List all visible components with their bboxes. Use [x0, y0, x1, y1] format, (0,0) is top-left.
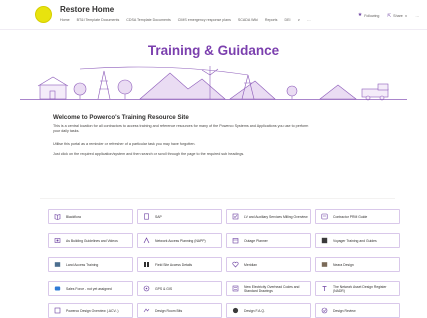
cloud-icon	[54, 285, 61, 292]
share-button[interactable]: ⇱ Share ∨	[387, 13, 407, 18]
nav-link-scada-wiki[interactable]: SCADA Wiki	[238, 18, 258, 22]
intro-paragraph: Utilise this portal as a reminder or ref…	[53, 142, 196, 146]
tile-label: Land Access Training	[66, 262, 99, 267]
tile-label: Field Site Access Details	[155, 262, 193, 267]
tile-label: GPS & GIS	[155, 286, 173, 291]
tile-design-overview[interactable]: Powerco Design Overview (.ACV..)	[48, 303, 133, 318]
tile-napp[interactable]: Network Access Planning (NAPP)	[137, 233, 222, 248]
share-label: Share	[393, 13, 403, 18]
tile-lv-auxiliary[interactable]: LV and Auxiliary Services Milling Overvi…	[226, 209, 311, 224]
book-icon	[54, 213, 61, 220]
neara-icon	[321, 261, 328, 268]
site-logo[interactable]	[35, 6, 52, 23]
landscape-icon	[54, 261, 61, 268]
tile-label: Design F.A.Q.	[244, 308, 265, 313]
tile-design-faq[interactable]: Design F.A.Q.	[226, 303, 311, 318]
tile-label: Outage Planner	[244, 238, 268, 243]
tile-label: Meridian	[244, 262, 258, 267]
tile-blackflora[interactable]: Blackflora	[48, 209, 133, 224]
chevron-down-icon: ∨	[404, 13, 408, 18]
tile-sales-force[interactable]: Sales Force - not yet assigned	[48, 281, 133, 296]
intro-paragraph: This is a central location for all contr…	[53, 124, 309, 133]
welcome-heading: Welcome to Powerco's Training Resource S…	[53, 114, 189, 121]
design-overview-icon	[54, 307, 61, 314]
tile-label: LV and Auxiliary Services Milling Overvi…	[244, 214, 308, 219]
voyager-icon	[321, 237, 328, 244]
tile-outage-planner[interactable]: Outage Planner	[226, 233, 311, 248]
following-button[interactable]: ★ Following	[358, 13, 380, 18]
heart-icon	[232, 261, 239, 268]
header-actions: ★ Following ⇱ Share ∨ …	[358, 13, 419, 19]
tile-label: Powerco Design Overview (.ACV..)	[66, 308, 119, 313]
following-label: Following	[364, 13, 380, 18]
tile-label: Design Room Bits	[155, 308, 183, 313]
tile-field-site-access[interactable]: Field Site Access Details	[137, 257, 222, 272]
more-options-button[interactable]: …	[415, 14, 419, 18]
tile-gps-gis[interactable]: GPS & GIS	[137, 281, 222, 296]
tile-label: Blackflora	[66, 214, 81, 219]
tile-as-building[interactable]: As Building Guidelines and Videos	[48, 233, 133, 248]
tile-label: The Network Asset Design Register (NADR)	[333, 284, 387, 293]
nav-link-cims-plans[interactable]: CIMS emergency response plans	[178, 18, 231, 22]
banner-illustration	[20, 66, 407, 101]
mountains-graphic	[139, 72, 357, 100]
tile-label: New Electricity Overhead Codes and Stand…	[244, 284, 300, 293]
tile-contractor-prm[interactable]: Contractor PRM Guide	[315, 209, 400, 224]
site-header: Restore Home Home BT&I Template Document…	[0, 0, 427, 30]
tile-label: As Building Guidelines and Videos	[66, 238, 118, 243]
nav-dropdown-chevron[interactable]: ∨	[297, 18, 300, 22]
tile-label: Network Access Planning (NAPP)	[155, 238, 206, 243]
tile-label: Contractor PRM Guide	[333, 214, 368, 219]
nav-link-home[interactable]: Home	[60, 18, 70, 22]
tile-land-access[interactable]: Land Access Training	[48, 257, 133, 272]
nav-link-reports[interactable]: Reports	[265, 18, 278, 22]
tile-meridian[interactable]: Meridian	[226, 257, 311, 272]
vehicle-graphic	[361, 83, 389, 101]
nav-link-bti-templates[interactable]: BT&I Template Documents	[77, 18, 120, 22]
design-room-icon	[143, 307, 150, 314]
codes-icon	[232, 285, 239, 292]
nav-link-dei[interactable]: DEI	[284, 18, 290, 22]
checklist-icon	[232, 213, 239, 220]
network-icon	[143, 237, 150, 244]
planner-icon	[232, 237, 239, 244]
faq-icon	[232, 307, 239, 314]
building-icon	[54, 237, 61, 244]
tile-label: Neara Design	[333, 262, 354, 267]
tile-sap[interactable]: SAP	[137, 209, 222, 224]
house-graphic	[37, 76, 69, 100]
tile-design-room[interactable]: Design Room Bits	[137, 303, 222, 318]
tile-voyager[interactable]: Voyager Training and Guides	[315, 233, 400, 248]
tile-label: SAP	[155, 214, 162, 219]
tile-nadr[interactable]: The Network Asset Design Register (NADR)	[315, 281, 400, 296]
guide-icon	[321, 213, 328, 220]
register-icon	[321, 285, 328, 292]
tile-neara[interactable]: Neara Design	[315, 257, 400, 272]
tile-label: Design Review	[333, 308, 356, 313]
page-title: Training & Guidance	[147, 43, 280, 58]
site-title[interactable]: Restore Home	[60, 5, 114, 14]
intro-paragraph: Just click on the required application/s…	[53, 152, 245, 156]
nav-link-cdsa-templates[interactable]: CDSA Template Documents	[126, 18, 170, 22]
nav-more-button[interactable]: …	[307, 18, 311, 22]
site-nav: Home BT&I Template Documents CDSA Templa…	[60, 18, 311, 22]
field-icon	[143, 261, 150, 268]
tile-label: Sales Force - not yet assigned	[66, 286, 112, 291]
tile-overhead-codes[interactable]: New Electricity Overhead Codes and Stand…	[226, 281, 311, 296]
tile-design-review[interactable]: Design Review	[315, 303, 400, 318]
section-divider	[40, 198, 395, 199]
tile-label: Voyager Training and Guides	[333, 238, 377, 243]
review-icon	[321, 307, 328, 314]
gps-icon	[143, 285, 150, 292]
document-icon	[143, 213, 150, 220]
share-icon: ⇱	[387, 13, 392, 18]
star-icon: ★	[357, 12, 363, 18]
